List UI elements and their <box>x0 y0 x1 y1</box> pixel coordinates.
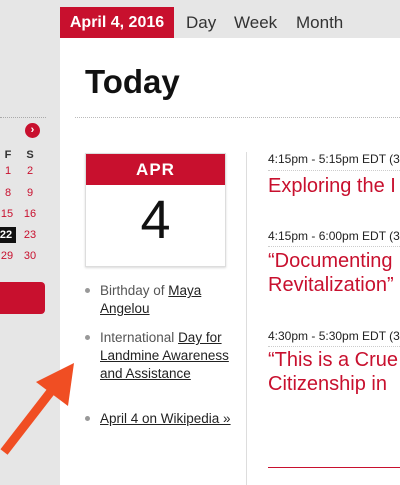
event-divider <box>268 170 400 171</box>
calendar-day[interactable]: 16 <box>20 206 40 222</box>
sidebar-divider <box>0 117 46 118</box>
event-time: 4:15pm - 6:00pm EDT (3 <box>268 229 400 243</box>
fact-prefix: International <box>100 330 179 345</box>
calendar-day[interactable]: 15 <box>0 206 17 222</box>
event-title-line[interactable]: Exploring the I <box>268 175 396 197</box>
calendar-day[interactable]: 29 <box>0 248 17 264</box>
calendar-day-number: 4 <box>140 190 171 250</box>
event-title-line[interactable]: “Documenting <box>268 249 394 273</box>
event-title-line[interactable]: Revitalization” <box>268 273 394 297</box>
next-month-icon[interactable]: › <box>25 123 40 138</box>
calendar-day[interactable]: 9 <box>20 185 40 201</box>
tab-month[interactable]: Month <box>296 7 343 38</box>
annotation-arrow-icon <box>0 363 74 455</box>
tab-current-date[interactable]: April 4, 2016 <box>60 7 174 38</box>
event-time: 4:30pm - 5:30pm EDT (3 <box>268 329 400 343</box>
sidebar-action-button[interactable] <box>0 282 45 314</box>
event-divider <box>268 246 400 247</box>
wikipedia-link[interactable]: April 4 on Wikipedia » <box>100 411 231 426</box>
calendar-day[interactable]: 30 <box>20 248 40 264</box>
tab-week[interactable]: Week <box>234 7 277 38</box>
title-divider <box>75 117 400 118</box>
calendar-day[interactable]: 23 <box>20 227 40 243</box>
tab-day[interactable]: Day <box>186 7 216 38</box>
calendar-month: APR <box>86 154 225 185</box>
event-title[interactable]: “This is a Crue Citizenship in <box>268 348 398 396</box>
calendar-day[interactable]: 1 <box>0 163 18 179</box>
weekday-header-fri: F <box>4 149 12 161</box>
page-title: Today <box>85 63 180 100</box>
event-divider-accent <box>268 467 400 468</box>
calendar-day[interactable]: 2 <box>20 163 40 179</box>
weekday-header-sat: S <box>26 149 34 161</box>
event-title[interactable]: Exploring the I <box>268 174 396 198</box>
calendar-day[interactable]: 8 <box>0 185 18 201</box>
event-title-line[interactable]: Citizenship in <box>268 372 398 396</box>
event-title-line[interactable]: “This is a Crue <box>268 348 398 372</box>
event-divider <box>268 346 400 347</box>
date-calendar-icon: APR 4 <box>85 153 226 267</box>
arrow-shaft <box>0 387 56 455</box>
bullet-icon <box>85 335 90 340</box>
event-time: 4:15pm - 5:15pm EDT (3 <box>268 152 400 166</box>
column-divider <box>246 152 247 485</box>
bullet-icon <box>85 288 90 293</box>
fact-prefix: Birthday of <box>100 283 169 298</box>
calendar-day-selected[interactable]: 22 <box>0 227 16 243</box>
event-title[interactable]: “Documenting Revitalization” <box>268 249 394 297</box>
